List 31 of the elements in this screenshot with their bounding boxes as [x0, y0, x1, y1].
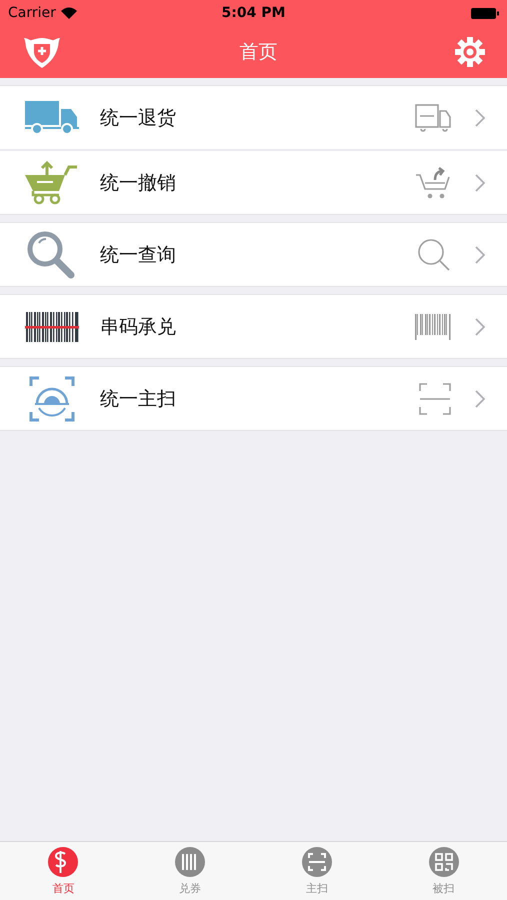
- face-scan-icon: [29, 376, 75, 422]
- chevron-right-icon[interactable]: [475, 246, 485, 264]
- carrier-label: Carrier: [8, 5, 56, 21]
- chevron-right-icon[interactable]: [475, 108, 485, 126]
- chevron-right-icon[interactable]: [475, 318, 485, 336]
- truck-icon: [25, 100, 79, 134]
- status-time: 5:04 PM: [222, 5, 286, 21]
- qr-code-icon: [428, 846, 460, 878]
- shopping-cart-icon: [25, 160, 79, 204]
- menu-item-label[interactable]: 统一主扫: [100, 386, 419, 412]
- menu-item-label[interactable]: 统一撤销: [100, 170, 415, 196]
- tab-bar-item[interactable]: 首页: [0, 842, 127, 900]
- wifi-icon: [60, 7, 77, 19]
- battery-icon: [470, 8, 499, 18]
- chevron-right-icon[interactable]: [475, 174, 485, 192]
- truck-icon: [415, 102, 451, 132]
- barcode-icon: [415, 314, 451, 340]
- shopping-cart-icon: [415, 166, 451, 200]
- search-icon: [417, 238, 451, 272]
- barcode-icon: [174, 846, 206, 878]
- menu-item-label[interactable]: 串码承兑: [100, 314, 415, 340]
- menu-item-label[interactable]: 统一退货: [100, 104, 415, 130]
- scan-frame-icon: [419, 382, 451, 414]
- chevron-right-icon[interactable]: [475, 390, 485, 408]
- menu-item-label[interactable]: 统一查询: [100, 242, 417, 268]
- barcode-scanner-icon: [25, 312, 79, 342]
- page-title: 首页: [240, 40, 278, 65]
- dollar-icon: [47, 846, 80, 878]
- scan-icon: [300, 846, 333, 878]
- settings-icon[interactable]: [455, 37, 485, 67]
- search-icon: [27, 230, 77, 278]
